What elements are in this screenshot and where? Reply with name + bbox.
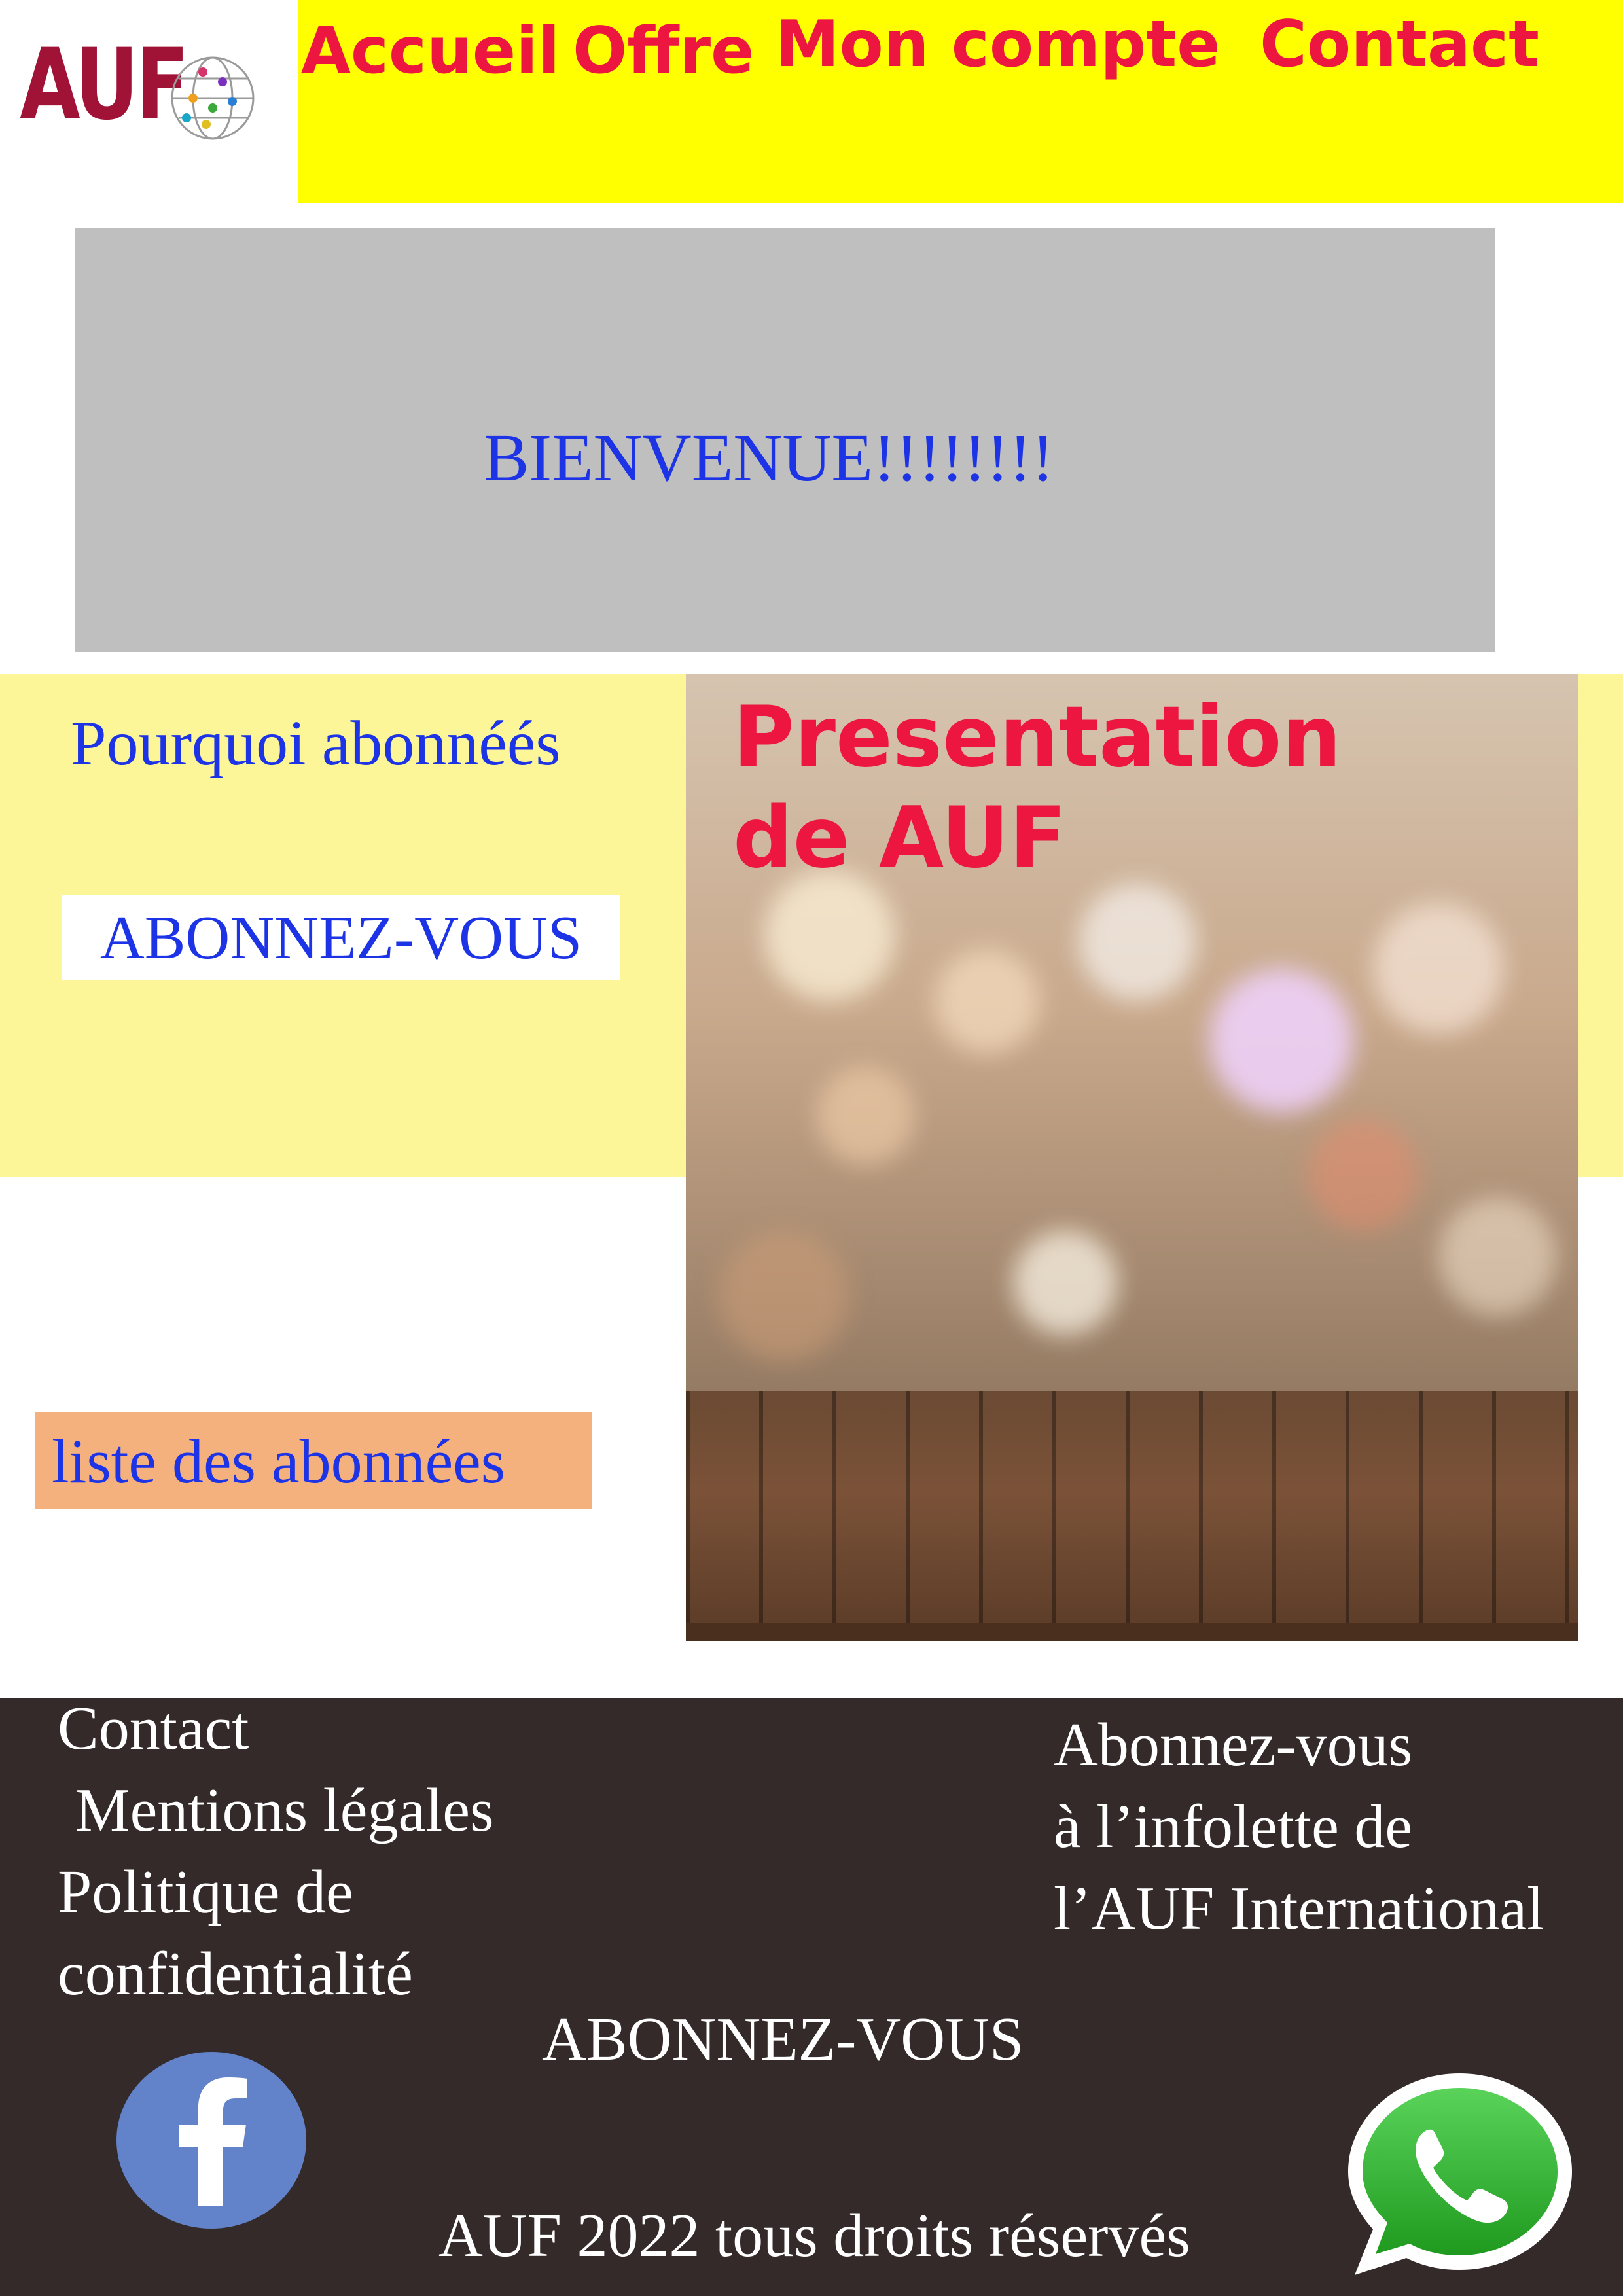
globe-network-icon bbox=[171, 56, 255, 140]
nav-item-offre[interactable]: Offre bbox=[573, 13, 755, 90]
panel-edge bbox=[1578, 674, 1623, 1177]
footer-link-legal[interactable]: Mentions légales bbox=[75, 1770, 494, 1850]
footer-link-privacy-line1[interactable]: Politique de bbox=[58, 1852, 353, 1932]
top-nav: Accueil Offre Mon compte Contact bbox=[298, 0, 1623, 203]
why-subscribe-heading: Pourquoi abonnéés bbox=[71, 708, 561, 779]
subscribe-button[interactable]: ABONNEZ-VOUS bbox=[62, 895, 620, 980]
welcome-text: BIENVENUE!!!!!!!! bbox=[483, 420, 1055, 495]
newsletter-text-line1: Abonnez-vous bbox=[1054, 1711, 1413, 1779]
footer-link-privacy-line2[interactable]: confidentialité bbox=[58, 1934, 413, 2014]
copyright: AUF 2022 tous droits réservés bbox=[438, 2202, 1190, 2270]
facebook-icon[interactable] bbox=[116, 2052, 306, 2229]
footer-link-contact[interactable]: Contact bbox=[58, 1689, 249, 1768]
nav-item-accueil[interactable]: Accueil bbox=[301, 13, 560, 90]
wooden-tabletop bbox=[686, 1391, 1578, 1641]
logo-text: AUF bbox=[20, 28, 189, 142]
presentation-heading: Presentation de AUF bbox=[733, 687, 1518, 888]
logo[interactable]: AUF bbox=[0, 0, 298, 203]
subscriber-list-button[interactable]: liste des abonnées bbox=[35, 1412, 592, 1509]
footer-subscribe-button[interactable]: ABONNEZ-VOUS bbox=[542, 2000, 1024, 2079]
nav-item-mon-compte[interactable]: Mon compte bbox=[776, 7, 1221, 84]
nav-item-contact[interactable]: Contact bbox=[1260, 7, 1539, 84]
presentation-title-line1: Presentation bbox=[733, 689, 1342, 786]
presentation-title-line2: de AUF bbox=[733, 789, 1067, 887]
welcome-banner: BIENVENUE!!!!!!!! bbox=[75, 228, 1495, 652]
newsletter-text-line2: à l’infolette de bbox=[1054, 1793, 1413, 1861]
newsletter-text-line3: l’AUF International bbox=[1054, 1874, 1544, 1943]
facebook-f-icon bbox=[179, 2077, 247, 2206]
whatsapp-icon[interactable] bbox=[1335, 2068, 1584, 2278]
